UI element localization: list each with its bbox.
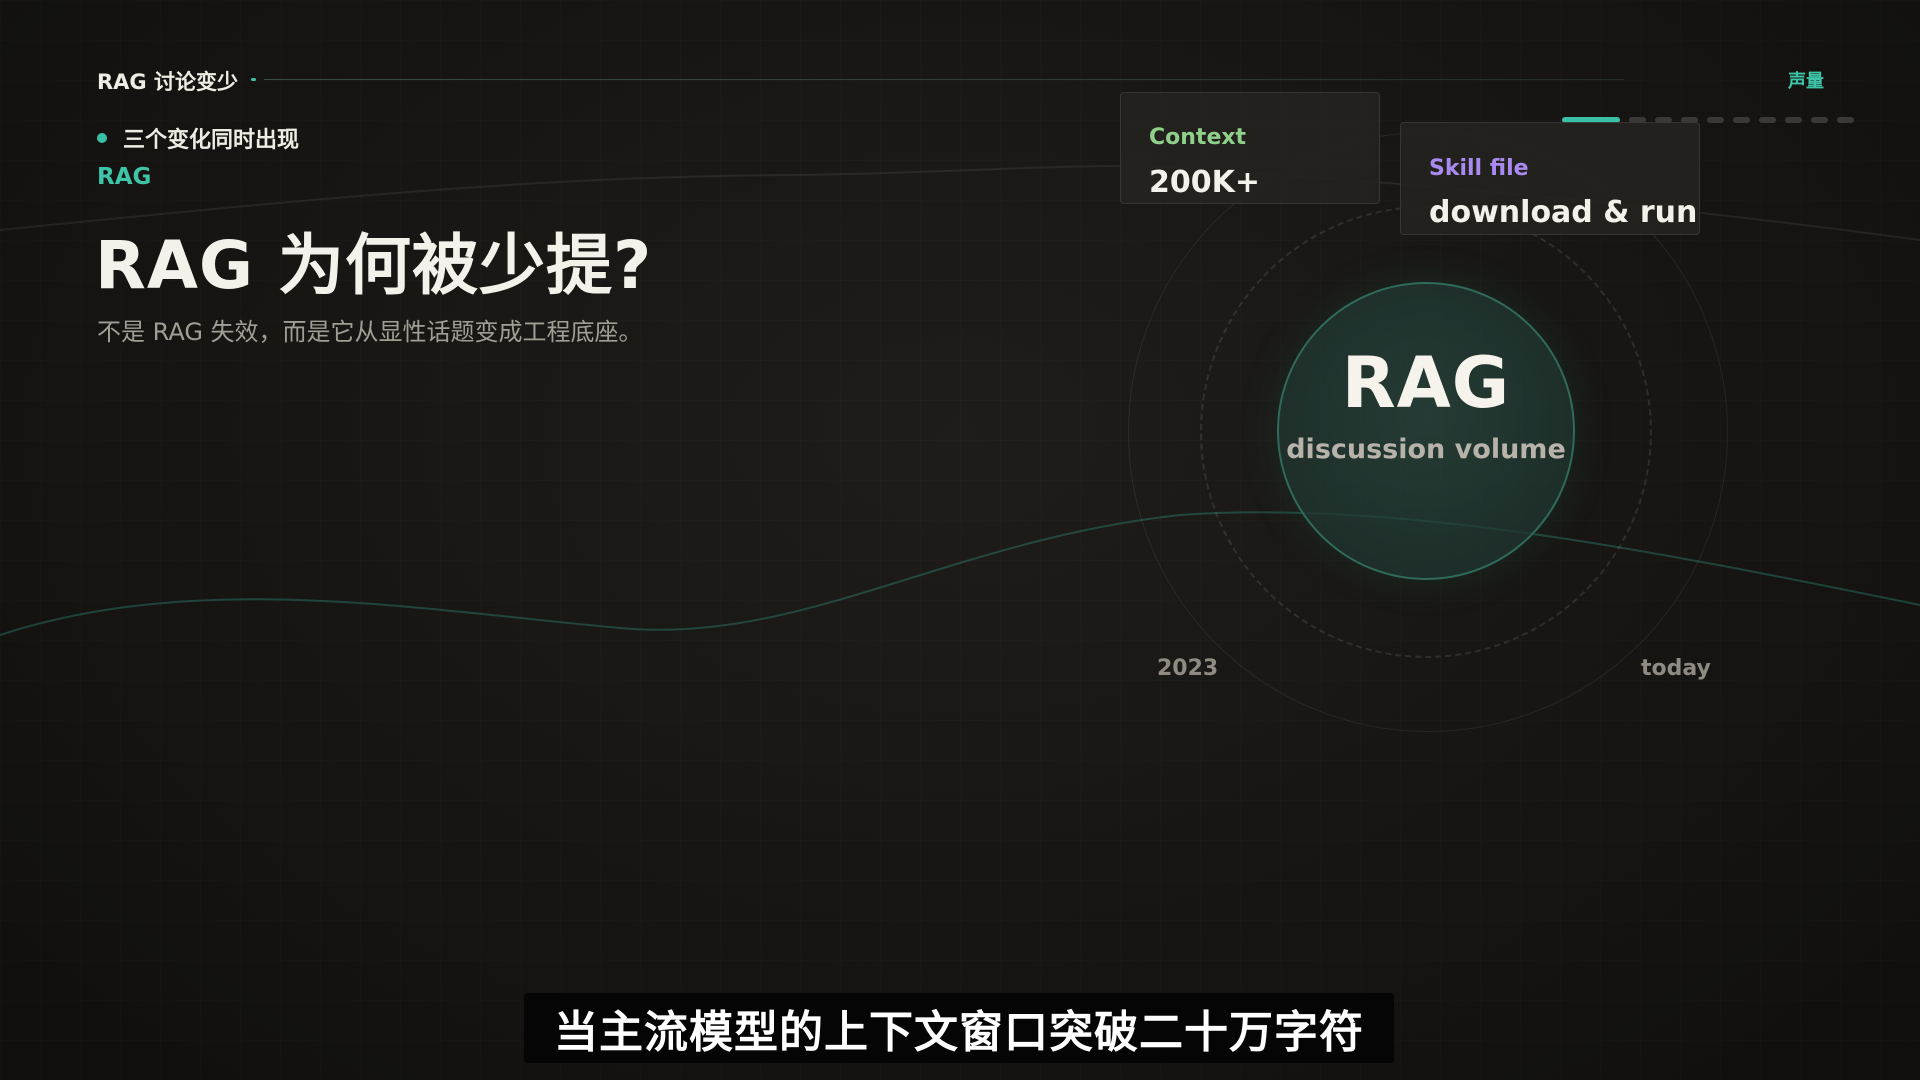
context-card-key: Context [1149, 125, 1247, 150]
video-caption: 当主流模型的上下文窗口突破二十万字符 [524, 993, 1394, 1063]
core-subtitle: discussion volume [1286, 434, 1566, 465]
section-title-marker [251, 78, 256, 81]
core-title: RAG [1341, 342, 1511, 424]
bullet-text: 三个变化同时出现 [123, 128, 300, 153]
progress-segment [1707, 116, 1724, 123]
volume-label: 声量 [1788, 71, 1824, 92]
timeline-start-label: 2023 [1157, 656, 1219, 681]
progress-segment [1759, 116, 1776, 123]
bullet-dot-icon [97, 133, 107, 143]
page-subheadline: 不是 RAG 失效，而是它从显性话题变成工程底座。 [97, 318, 643, 346]
topbar-divider [264, 79, 1624, 80]
skill-file-card: Skill file download & run [1400, 122, 1700, 235]
skill-card-value: download & run [1429, 195, 1698, 230]
progress-segment [1811, 116, 1828, 123]
skill-card-key: Skill file [1429, 156, 1529, 181]
rag-core-circle: RAG discussion volume [1277, 282, 1575, 580]
context-card: Context 200K+ [1120, 92, 1380, 204]
progress-segment [1785, 116, 1802, 123]
progress-segment [1837, 116, 1854, 123]
section-title: RAG 讨论变少 [97, 70, 238, 94]
eyebrow-label: RAG [97, 164, 152, 190]
bullet-point: 三个变化同时出现 [97, 122, 299, 154]
page-headline: RAG 为何被少提? [95, 227, 653, 304]
progress-segment [1733, 116, 1750, 123]
context-card-value: 200K+ [1149, 165, 1261, 200]
timeline-end-label: today [1641, 656, 1711, 681]
